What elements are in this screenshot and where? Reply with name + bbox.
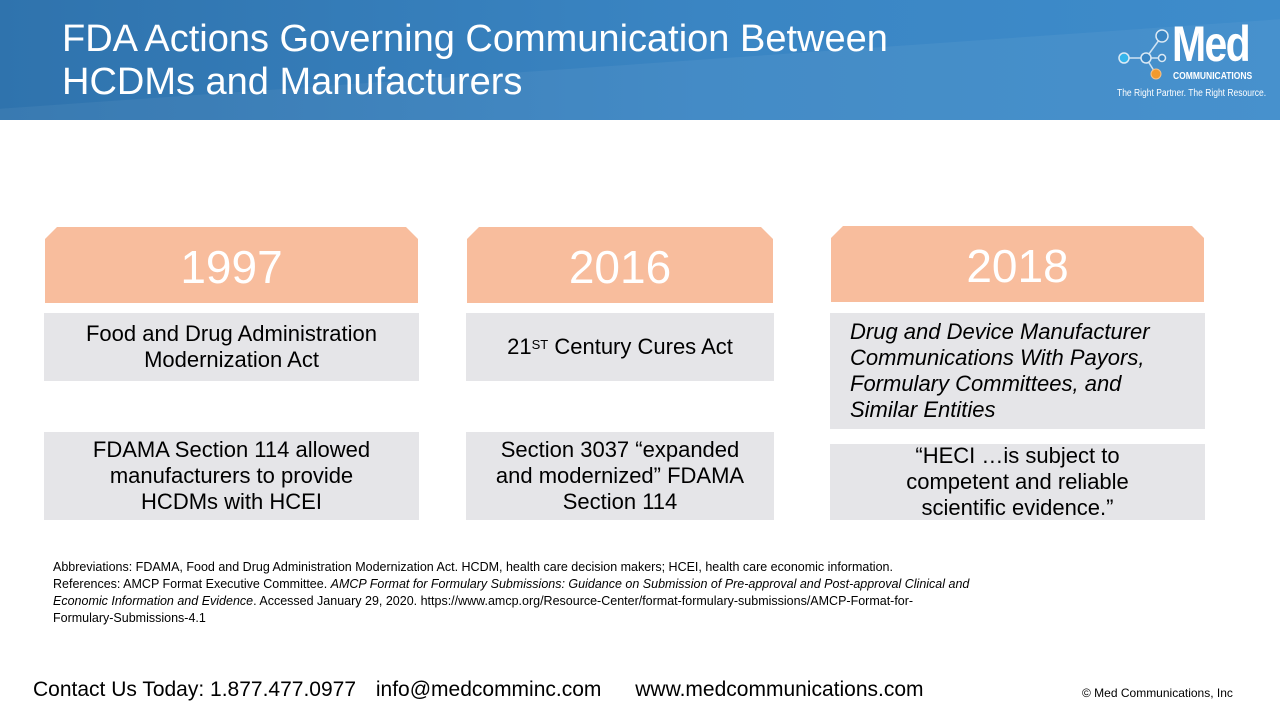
references-prefix: References: AMCP Format Executive Commit… <box>53 577 331 591</box>
title-line-2: HCDMs and Manufacturers <box>62 61 523 103</box>
header-banner: FDA Actions Governing Communication Betw… <box>0 0 1280 120</box>
page-title: FDA Actions Governing Communication Betw… <box>62 18 888 104</box>
contact-footer: Contact Us Today: 1.877.477.0977 info@me… <box>33 678 938 702</box>
act-name-superscript: ST <box>531 337 549 352</box>
act-name-prefix: 21 <box>507 334 532 359</box>
act-name: 21ST Century Cures Act <box>507 334 733 360</box>
contact-website[interactable]: www.medcommunications.com <box>635 678 923 701</box>
logo-tagline: The Right Partner. The Right Resource. <box>1117 88 1267 99</box>
act-name: Food and Drug Administration Modernizati… <box>85 321 378 372</box>
act-detail: Section 3037 “expanded and modernized” F… <box>495 437 745 514</box>
logo-subtitle: COMMUNICATIONS <box>1173 71 1253 82</box>
year-label: 2018 <box>831 226 1204 302</box>
detail-box: FDAMA Section 114 allowed manufacturers … <box>44 432 419 520</box>
title-line-1: FDA Actions Governing Communication Betw… <box>62 18 888 60</box>
detail-box: “HECI …is subject to competent and relia… <box>830 443 1205 520</box>
contact-email[interactable]: info@medcomminc.com <box>376 678 602 701</box>
act-name: Drug and Device Manufacturer Communicati… <box>850 319 1150 422</box>
references-note: References: AMCP Format Executive Commit… <box>53 576 973 627</box>
act-box: Drug and Device Manufacturer Communicati… <box>830 313 1205 429</box>
year-label: 1997 <box>45 227 418 303</box>
contact-phone: Contact Us Today: 1.877.477.0977 <box>33 678 357 701</box>
molecule-icon <box>1118 29 1169 80</box>
detail-box: Section 3037 “expanded and modernized” F… <box>466 432 774 520</box>
act-detail: “HECI …is subject to competent and relia… <box>906 443 1129 520</box>
act-name-suffix: Century Cures Act <box>548 334 733 359</box>
logo-wordmark: Med <box>1172 16 1251 72</box>
med-communications-logo: Med COMMUNICATIONS The Right Partner. Th… <box>1116 16 1267 102</box>
act-box: Food and Drug Administration Modernizati… <box>44 313 419 381</box>
act-detail: FDAMA Section 114 allowed manufacturers … <box>92 437 371 514</box>
year-label: 2016 <box>467 227 773 303</box>
copyright-notice: © Med Communications, Inc <box>1082 686 1233 700</box>
footnotes: Abbreviations: FDAMA, Food and Drug Admi… <box>53 559 973 627</box>
abbreviations-note: Abbreviations: FDAMA, Food and Drug Admi… <box>53 560 893 574</box>
act-box: 21ST Century Cures Act <box>466 313 774 381</box>
